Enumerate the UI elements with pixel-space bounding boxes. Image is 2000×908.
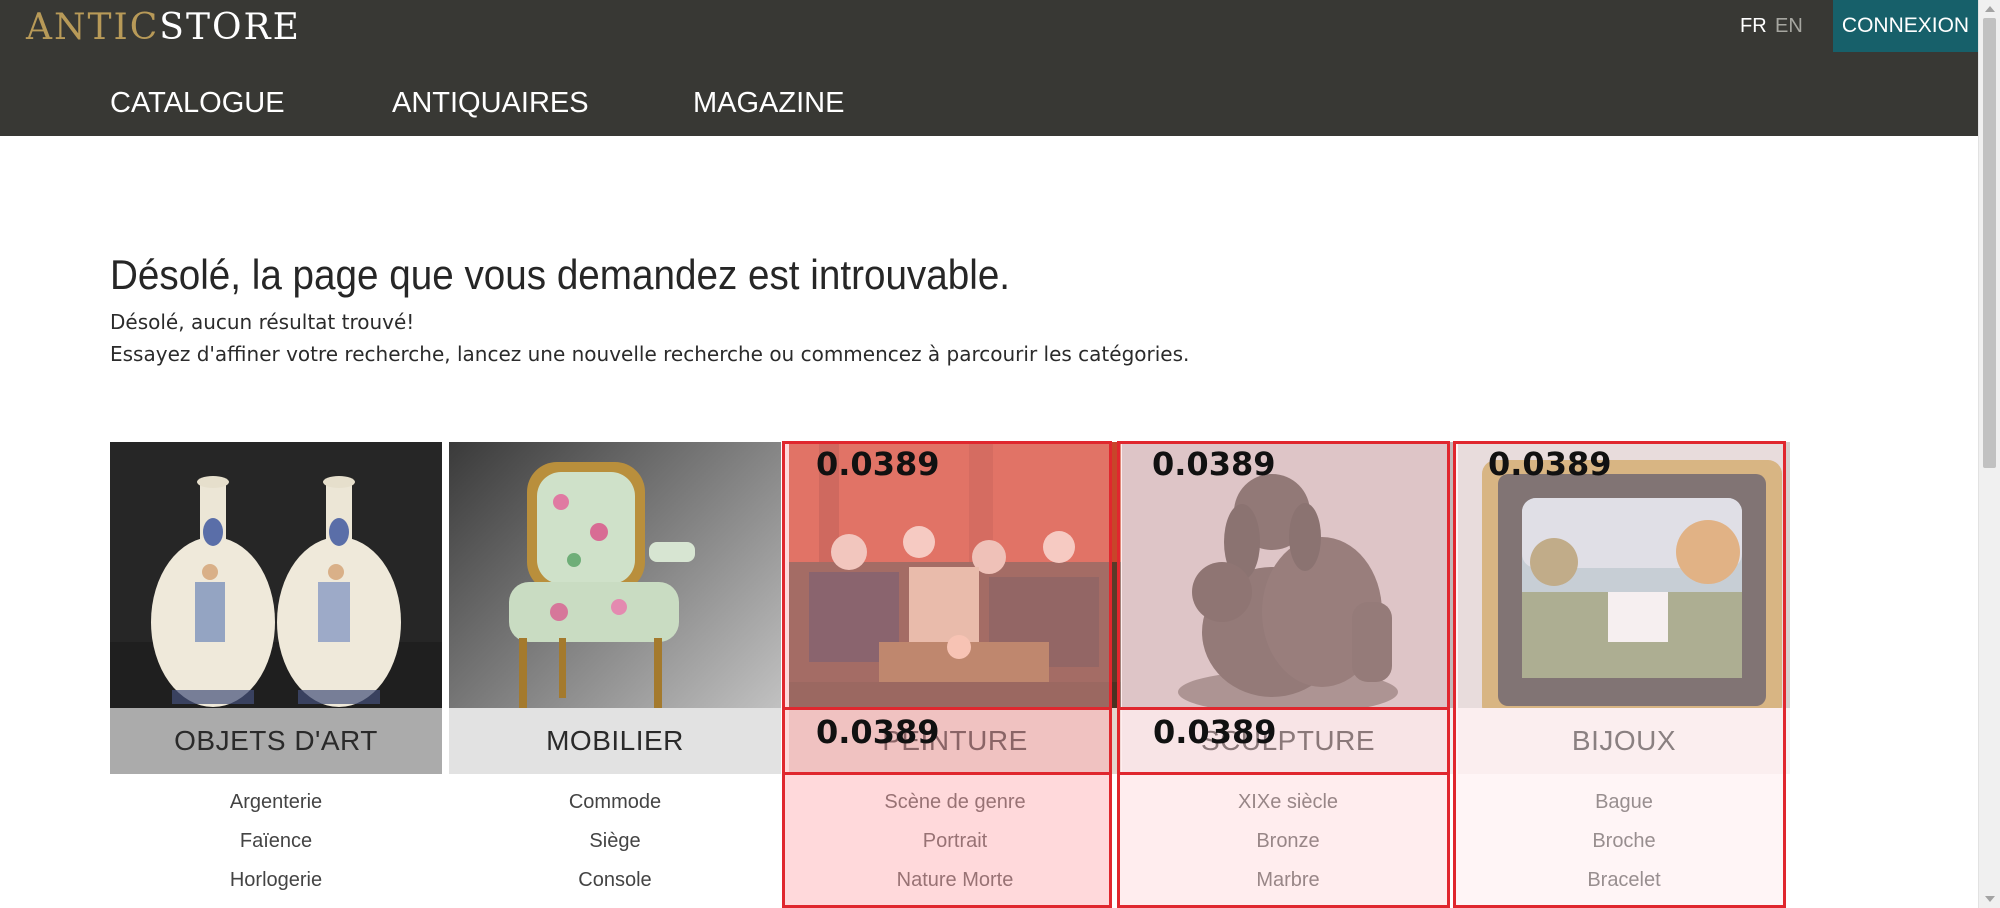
annotation-score: 0.0389 — [816, 713, 940, 751]
category-card-objets-art[interactable]: OBJETS D'ART Argenterie Faïence Horloger… — [110, 442, 442, 908]
annotation-score: 0.0389 — [1488, 445, 1612, 483]
no-result-message: Désolé, aucun résultat trouvé! — [110, 310, 415, 334]
scroll-up-arrow-icon[interactable] — [1985, 6, 1995, 12]
page-scrollbar[interactable] — [1978, 0, 2000, 908]
subcategory-link[interactable]: Argenterie — [110, 790, 442, 814]
annotation-score: 0.0389 — [1153, 713, 1277, 751]
scroll-thumb[interactable] — [1983, 18, 1996, 468]
category-label[interactable]: OBJETS D'ART — [110, 708, 442, 774]
nav-catalogue[interactable]: CATALOGUE — [110, 86, 285, 120]
login-button[interactable]: CONNEXION — [1833, 0, 1978, 52]
annotation-box — [1117, 441, 1450, 908]
subcategory-link[interactable]: Commode — [449, 790, 781, 814]
subcategory-link[interactable]: Horlogerie — [110, 868, 442, 892]
annotation-score: 0.0389 — [1152, 445, 1276, 483]
category-card-mobilier[interactable]: MOBILIER Commode Siège Console — [449, 442, 781, 908]
language-fr[interactable]: FR — [1740, 14, 1767, 38]
annotation-score: 0.0389 — [816, 445, 940, 483]
category-label[interactable]: MOBILIER — [449, 708, 781, 774]
logo-antic: ANTIC — [26, 7, 160, 48]
subcategory-link[interactable]: Console — [449, 868, 781, 892]
subcategory-link[interactable]: Faïence — [110, 829, 442, 853]
nav-magazine[interactable]: MAGAZINE — [693, 86, 844, 120]
subcategory-link[interactable]: Siège — [449, 829, 781, 853]
site-header: ANTICSTORE FR EN CONNEXION CATALOGUE ANT… — [0, 0, 1978, 136]
logo-store: STORE — [159, 7, 301, 48]
scroll-down-arrow-icon[interactable] — [1985, 896, 1995, 902]
page-title: Désolé, la page que vous demandez est in… — [110, 251, 1011, 298]
annotation-box — [1453, 441, 1786, 908]
site-logo[interactable]: ANTICSTORE — [26, 8, 301, 48]
language-en[interactable]: EN — [1775, 14, 1803, 38]
nav-antiquaires[interactable]: ANTIQUAIRES — [392, 86, 589, 120]
search-hint-message: Essayez d'affiner votre recherche, lance… — [110, 342, 1190, 366]
annotation-box — [782, 441, 1112, 908]
